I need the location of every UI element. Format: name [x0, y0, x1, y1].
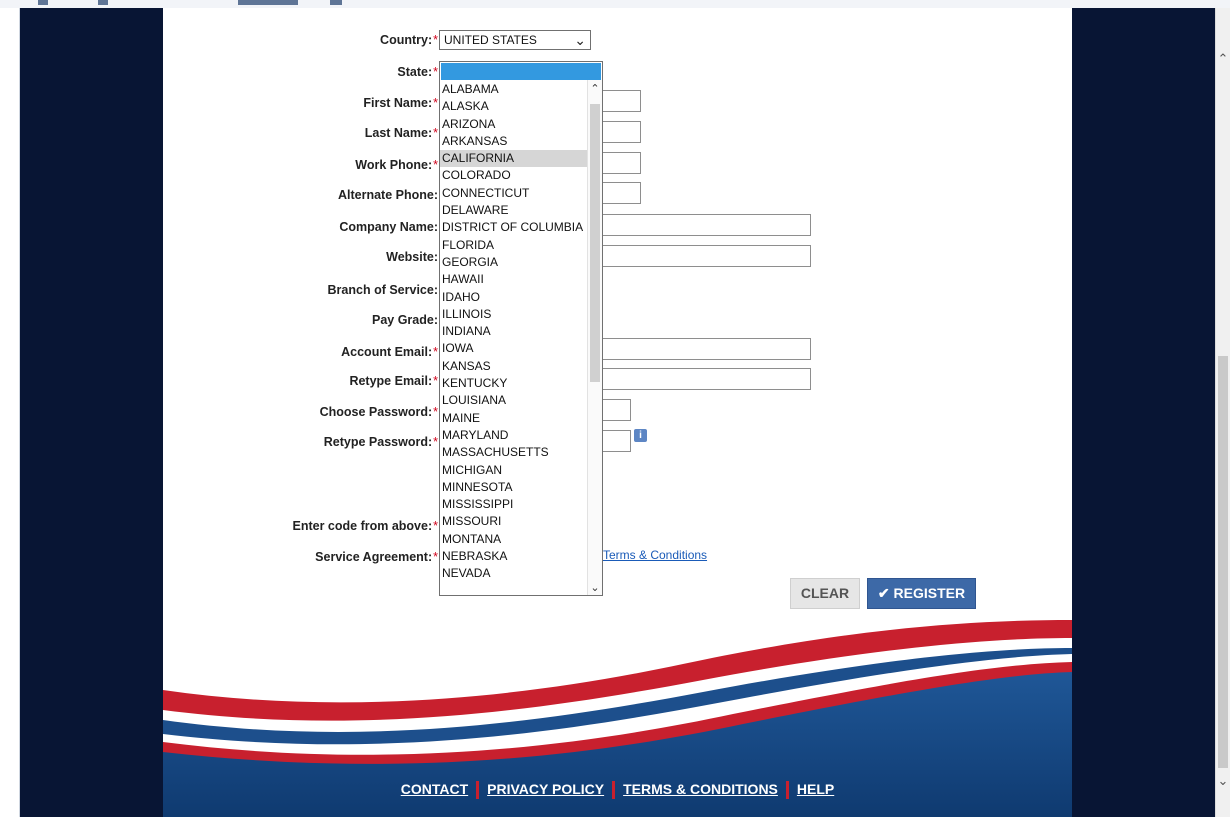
- state-option[interactable]: MAINE: [440, 410, 587, 427]
- info-icon[interactable]: i: [634, 429, 647, 442]
- branch-of-service-label: Branch of Service:: [327, 283, 438, 297]
- page-scrollbar[interactable]: ⌃ ⌄: [1215, 8, 1230, 817]
- state-option[interactable]: ILLINOIS: [440, 306, 587, 323]
- state-option[interactable]: MISSISSIPPI: [440, 496, 587, 513]
- pay-grade-label: Pay Grade:: [371, 313, 438, 327]
- state-option[interactable]: MASSACHUSETTS: [440, 444, 587, 461]
- company-name-label: Company Name:: [339, 220, 438, 234]
- state-option[interactable]: GEORGIA: [440, 254, 587, 271]
- captcha-label: Enter code from above:*: [292, 519, 439, 533]
- state-option[interactable]: CALIFORNIA: [440, 150, 587, 168]
- state-options: ALABAMA ALASKA ARIZONA ARKANSAS CALIFORNIA CO…: [440, 81, 602, 583]
- state-option[interactable]: IDAHO: [440, 289, 587, 306]
- state-option[interactable]: ARKANSAS: [440, 133, 587, 150]
- website-label: Website:: [386, 250, 438, 264]
- state-option[interactable]: NEBRASKA: [440, 548, 587, 565]
- chevron-down-icon: ⌄: [574, 32, 586, 48]
- state-option[interactable]: CONNECTICUT: [440, 185, 587, 202]
- footer-link-contact[interactable]: CONTACT: [401, 781, 468, 797]
- website-input[interactable]: [583, 245, 811, 267]
- country-select-value: UNITED STATES: [444, 33, 537, 47]
- state-dropdown-selected-blank[interactable]: [441, 63, 601, 80]
- retype-password-label: Retype Password:*: [323, 435, 438, 449]
- toolbar-icon: [330, 0, 342, 5]
- state-option[interactable]: MINNESOTA: [440, 479, 587, 496]
- alternate-phone-label: Alternate Phone:: [337, 188, 438, 202]
- chevron-down-icon[interactable]: ⌄: [588, 581, 602, 594]
- state-option[interactable]: KANSAS: [440, 358, 587, 375]
- footer-separator: [785, 781, 789, 800]
- state-option[interactable]: ARIZONA: [440, 116, 587, 133]
- account-email-input[interactable]: [583, 338, 811, 360]
- chevron-up-icon[interactable]: ⌃: [588, 82, 602, 95]
- toolbar-icon: [98, 0, 108, 5]
- state-option[interactable]: INDIANA: [440, 323, 587, 340]
- state-option[interactable]: HAWAII: [440, 271, 587, 288]
- toolbar-icon: [238, 0, 298, 5]
- footer-separator: [476, 781, 480, 800]
- country-select[interactable]: UNITED STATES ⌄: [439, 30, 591, 50]
- state-option[interactable]: KENTUCKY: [440, 375, 587, 392]
- state-dropdown-list[interactable]: ALABAMA ALASKA ARIZONA ARKANSAS CALIFORNIA CO…: [439, 61, 603, 596]
- scrollbar-thumb[interactable]: [1218, 356, 1228, 768]
- left-edge: [0, 8, 20, 817]
- country-label: Country:*: [380, 33, 438, 47]
- scroll-down-icon[interactable]: ⌄: [1217, 774, 1229, 788]
- account-email-label: Account Email:*: [341, 345, 438, 359]
- state-option[interactable]: LOUISIANA: [440, 392, 587, 409]
- work-phone-label: Work Phone:*: [355, 158, 438, 172]
- state-label: State:*: [397, 65, 438, 79]
- state-option[interactable]: COLORADO: [440, 167, 587, 184]
- toolbar-icon: [38, 0, 48, 5]
- page-background-left: [20, 8, 163, 817]
- retype-email-label: Retype Email:*: [349, 374, 438, 388]
- footer-link-help[interactable]: HELP: [797, 781, 834, 797]
- state-option[interactable]: MONTANA: [440, 531, 587, 548]
- page-background-right: [1072, 8, 1215, 817]
- state-option[interactable]: IOWA: [440, 340, 587, 357]
- first-name-label: First Name:*: [363, 96, 438, 110]
- state-option[interactable]: DISTRICT OF COLUMBIA: [440, 219, 587, 236]
- last-name-label: Last Name:*: [364, 126, 438, 140]
- service-agreement-label: Service Agreement:*: [315, 550, 438, 564]
- scrollbar-thumb[interactable]: [590, 104, 600, 382]
- state-option[interactable]: MARYLAND: [440, 427, 587, 444]
- choose-password-label: Choose Password:*: [319, 405, 438, 419]
- state-option[interactable]: MISSOURI: [440, 513, 587, 530]
- registration-page: Country:* State:* First Name:* Last Name…: [163, 8, 1072, 817]
- state-option[interactable]: DELAWARE: [440, 202, 587, 219]
- state-option[interactable]: MICHIGAN: [440, 462, 587, 479]
- company-name-input[interactable]: [583, 214, 811, 236]
- state-option[interactable]: FLORIDA: [440, 237, 587, 254]
- state-option[interactable]: NEVADA: [440, 565, 587, 582]
- state-option[interactable]: ALABAMA: [440, 81, 587, 98]
- footer-link-privacy-policy[interactable]: PRIVACY POLICY: [487, 781, 604, 797]
- state-option[interactable]: ALASKA: [440, 98, 587, 115]
- state-dropdown-scrollbar[interactable]: ⌃ ⌄: [587, 80, 602, 595]
- retype-email-input[interactable]: [583, 368, 811, 390]
- scroll-up-icon[interactable]: ⌃: [1217, 52, 1229, 66]
- footer-links: CONTACT PRIVACY POLICY TERMS & CONDITIONS H…: [163, 781, 1072, 800]
- footer-separator: [612, 781, 616, 800]
- footer-link-terms[interactable]: TERMS & CONDITIONS: [623, 781, 778, 797]
- terms-and-conditions-link[interactable]: Terms & Conditions: [603, 548, 707, 562]
